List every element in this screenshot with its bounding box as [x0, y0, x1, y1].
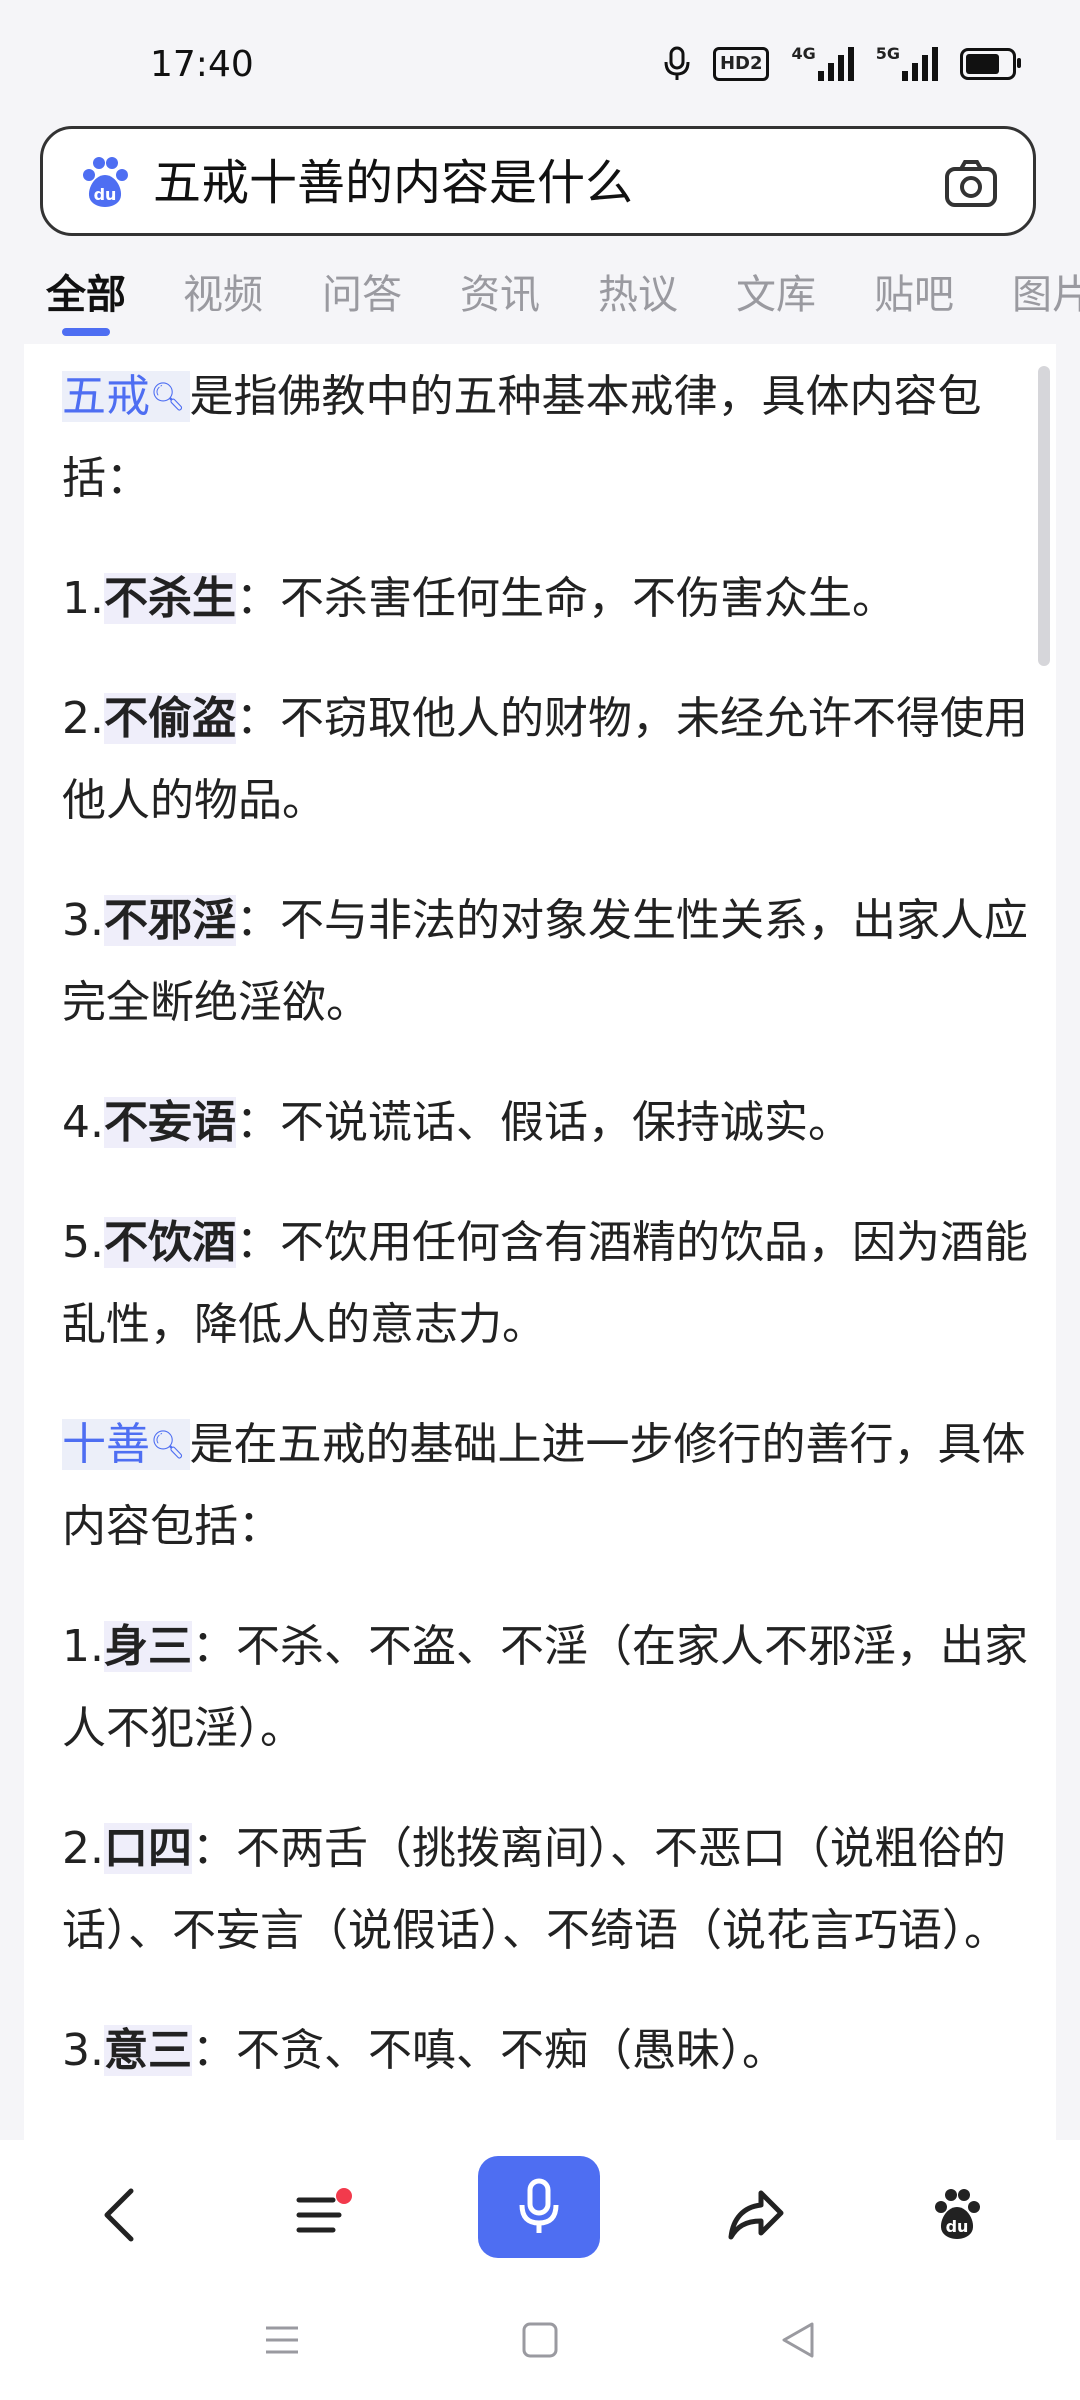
list-item: 4.不妄语：不说谎话、假话，保持诚实。: [62, 1097, 852, 1148]
active-tab-indicator: [62, 328, 110, 336]
search-box[interactable]: du 五戒十善的内容是什么: [40, 126, 1036, 236]
voice-mic-icon[interactable]: [478, 2156, 600, 2258]
list-item: 1.身三：不杀、不盗、不淫（在家人不邪淫，出家人不犯淫）。: [62, 1621, 1028, 1754]
menu-icon[interactable]: [276, 2170, 366, 2260]
recent-apps-icon[interactable]: [252, 2310, 312, 2370]
bottom-toolbar: du: [0, 2140, 1080, 2280]
baidu-paw-icon[interactable]: du: [75, 153, 135, 213]
search-icon: 🔍︎: [150, 380, 186, 413]
tab-video[interactable]: 视频: [183, 262, 263, 320]
tab-news[interactable]: 资讯: [460, 262, 540, 320]
mic-icon: [663, 44, 691, 84]
wujie-intro: 五戒🔍︎是指佛教中的五种基本戒律，具体内容包括：: [62, 371, 982, 504]
scrollbar[interactable]: [1038, 366, 1050, 666]
status-icons: HD2 4G 5G: [663, 44, 1021, 84]
back-icon[interactable]: [74, 2170, 164, 2260]
list-item: 2.口四：不两舌（挑拨离间）、不恶口（说粗俗的话）、不妄言（说假话）、不绮语（说…: [62, 1823, 1008, 1956]
tab-discussion[interactable]: 热议: [598, 262, 678, 320]
tab-images[interactable]: 图片: [1012, 262, 1080, 320]
status-time: 17:40: [150, 44, 254, 85]
answer-card: 五戒🔍︎是指佛教中的五种基本戒律，具体内容包括： 1.不杀生：不杀害任何生命，不…: [24, 344, 1056, 2144]
list-item: 3.不邪淫：不与非法的对象发生性关系，出家人应完全断绝淫欲。: [62, 895, 1028, 1028]
hd-icon: HD2: [712, 44, 770, 84]
baidu-paw-icon[interactable]: du: [912, 2170, 1002, 2260]
tab-library[interactable]: 文库: [736, 262, 816, 320]
tab-tieba[interactable]: 贴吧: [874, 262, 954, 320]
system-nav-bar: [0, 2280, 1080, 2400]
tab-all[interactable]: 全部: [46, 262, 126, 320]
search-query[interactable]: 五戒十善的内容是什么: [153, 153, 633, 213]
tab-qa[interactable]: 问答: [322, 262, 402, 320]
home-icon[interactable]: [510, 2310, 570, 2370]
status-bar: 17:40 HD2 4G 5G: [0, 0, 1080, 120]
camera-icon[interactable]: [943, 159, 999, 209]
back-triangle-icon[interactable]: [768, 2310, 828, 2370]
search-icon: 🔍︎: [150, 1428, 186, 1461]
svg-text:du: du: [946, 2217, 969, 2236]
list-item: 2.不偷盗：不窃取他人的财物，未经允许不得使用他人的物品。: [62, 693, 1028, 826]
list-item: 5.不饮酒：不饮用任何含有酒精的饮品，因为酒能乱性，降低人的意志力。: [62, 1217, 1028, 1350]
notification-dot: [336, 2188, 352, 2204]
svg-text:du: du: [94, 185, 117, 204]
shishan-link[interactable]: 十善🔍︎: [62, 1419, 190, 1470]
signal-4g-icon: 4G: [791, 44, 854, 84]
list-item: 1.不杀生：不杀害任何生命，不伤害众生。: [62, 573, 896, 624]
wujie-link[interactable]: 五戒🔍︎: [62, 371, 190, 422]
search-tabs: 全部 视频 问答 资讯 热议 文库 贴吧 图片: [0, 250, 1080, 340]
list-item: 3.意三：不贪、不嗔、不痴（愚昧）。: [62, 2025, 786, 2076]
signal-5g-icon: 5G: [876, 44, 938, 84]
battery-icon: [960, 44, 1021, 84]
battery-fill: [966, 54, 999, 74]
share-icon[interactable]: [712, 2170, 802, 2260]
answer-content: 五戒🔍︎是指佛教中的五种基本戒律，具体内容包括： 1.不杀生：不杀害任何生命，不…: [62, 356, 1042, 2092]
shishan-intro: 十善🔍︎是在五戒的基础上进一步修行的善行，具体内容包括：: [62, 1419, 1026, 1552]
